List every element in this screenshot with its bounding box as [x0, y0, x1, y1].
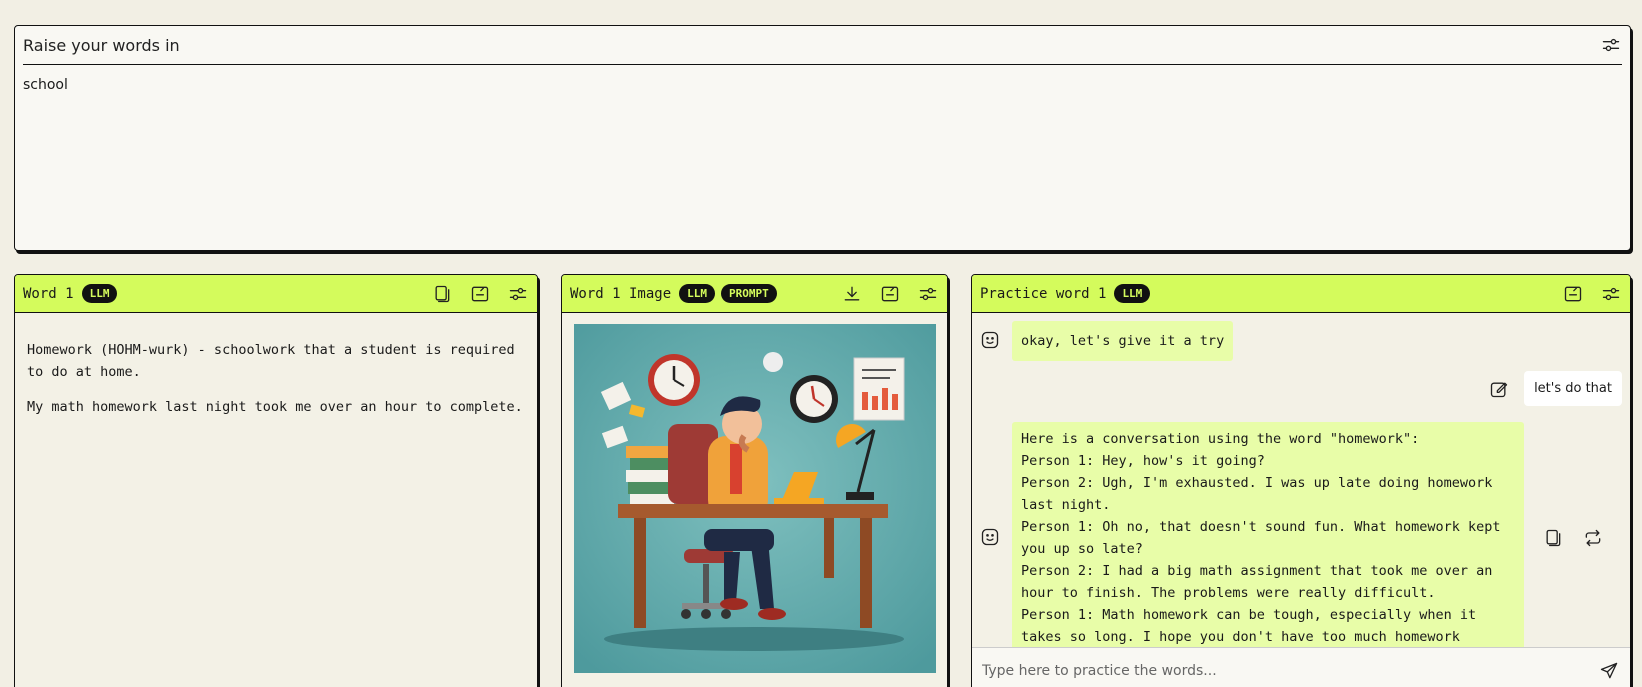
image-card-header: Word 1 Image LLM PROMPT: [562, 275, 947, 313]
topic-panel-header: Raise your words in: [23, 26, 1622, 65]
chat-bubble-user: let's do that: [1524, 371, 1622, 406]
chat-line: Person 2: Ugh, I'm exhausted. I was up l…: [1021, 475, 1493, 513]
image-card-title: Word 1 Image: [570, 285, 672, 302]
chat-message-bot: Here is a conversation using the word "h…: [980, 422, 1604, 647]
practice-input-bar: [972, 647, 1630, 687]
topic-panel: Raise your words in school: [14, 25, 1631, 251]
prompt-badge: PROMPT: [721, 284, 777, 303]
chat-line: Person 1: Math homework can be tough, es…: [1021, 607, 1477, 645]
sliders-icon[interactable]: [1600, 283, 1622, 305]
word-definition: Homework (HOHM-wurk) - schoolwork that a…: [27, 342, 515, 380]
chat-line: Person 2: I had a big math assignment th…: [1021, 563, 1493, 601]
bot-avatar-icon: [980, 527, 1002, 549]
download-icon[interactable]: [841, 283, 863, 305]
llm-badge: LLM: [679, 284, 716, 303]
send-icon[interactable]: [1598, 660, 1620, 682]
topic-input[interactable]: school: [15, 65, 1630, 105]
practice-card-title: Practice word 1: [980, 285, 1107, 302]
edit-icon[interactable]: [1488, 378, 1510, 400]
llm-badge: LLM: [81, 284, 118, 303]
word-definition-area: Homework (HOHM-wurk) - schoolwork that a…: [15, 313, 537, 457]
copy-icon[interactable]: [1542, 527, 1564, 549]
word-card-title: Word 1: [23, 285, 74, 302]
chat-line: Here is a conversation using the word "h…: [1021, 431, 1420, 447]
topic-panel-title: Raise your words in: [23, 35, 180, 55]
chat-line: Person 1: Hey, how's it going?: [1021, 453, 1265, 469]
chat-history[interactable]: okay, let's give it a try let's do that …: [972, 313, 1630, 647]
chat-message-bot: okay, let's give it a try: [980, 321, 1234, 361]
sliders-icon[interactable]: [917, 283, 939, 305]
copy-icon[interactable]: [431, 283, 453, 305]
repeat-icon[interactable]: [1582, 527, 1604, 549]
practice-input[interactable]: [982, 662, 1582, 679]
llm-badge: LLM: [1114, 284, 1151, 303]
word-example: My math homework last night took me over…: [27, 399, 523, 415]
word-card: Word 1 LLM Homework (HOHM-wurk) - school…: [14, 274, 538, 687]
regenerate-icon[interactable]: [469, 283, 491, 305]
chat-bubble-bot: Here is a conversation using the word "h…: [1012, 422, 1524, 647]
sliders-icon[interactable]: [1600, 34, 1622, 56]
image-card: Word 1 Image LLM PROMPT: [561, 274, 948, 687]
chat-line: Person 1: Oh no, that doesn't sound fun.…: [1021, 519, 1501, 557]
word-card-header: Word 1 LLM: [15, 275, 537, 313]
practice-card: Practice word 1 LLM okay, let's give it …: [971, 274, 1631, 687]
generated-illustration: [574, 324, 936, 673]
regenerate-icon[interactable]: [879, 283, 901, 305]
chat-bubble-bot: okay, let's give it a try: [1012, 321, 1234, 361]
regenerate-icon[interactable]: [1562, 283, 1584, 305]
practice-card-header: Practice word 1 LLM: [972, 275, 1630, 313]
chat-message-user: let's do that: [1488, 371, 1622, 406]
bot-avatar-icon: [980, 330, 1002, 352]
sliders-icon[interactable]: [507, 283, 529, 305]
